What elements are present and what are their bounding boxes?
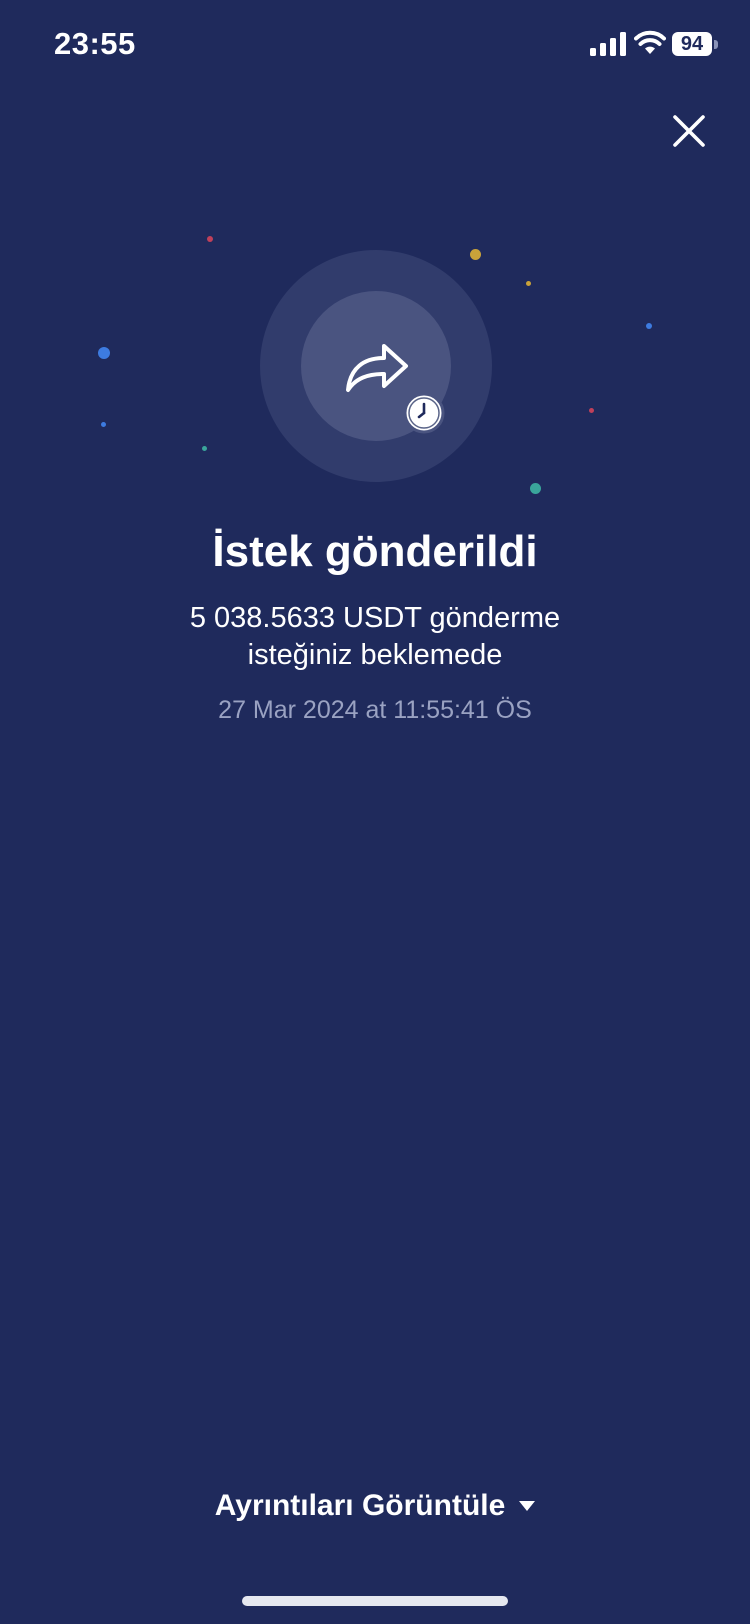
view-details-label: Ayrıntıları Görüntüle [214,1489,506,1522]
close-icon [673,115,705,147]
status-message-line: isteğiniz beklemede [247,639,503,671]
status-message: 5 038.5633 USDT gönderme isteğiniz bekle… [125,600,625,674]
battery-icon: 94 [672,32,712,56]
clock-icon [403,392,445,434]
confetti-dot [470,249,481,260]
confetti-dot [526,281,531,286]
confetti-dot [202,446,207,451]
view-details-button[interactable]: Ayrıntıları Görüntüle [0,1489,750,1523]
confetti-dot [646,323,652,329]
confetti-dot [98,347,110,359]
status-time: 23:55 [54,26,136,61]
confetti-dot [530,483,541,494]
confetti-dot [101,422,106,427]
signal-icon [590,32,626,56]
confetti-dot [207,236,213,242]
home-indicator[interactable] [242,1596,508,1606]
share-forward-icon [346,344,408,392]
caret-down-icon [519,1501,536,1511]
battery-tip [714,40,718,49]
wifi-icon [634,30,666,54]
status-message-line: 5 038.5633 USDT gönderme [189,602,561,634]
confetti-dot [589,408,594,413]
page-title: İstek gönderildi [212,527,538,576]
timestamp: 27 Mar 2024 at 11:55:41 ÖS [218,696,532,724]
close-button[interactable] [668,110,710,152]
status-bar: 23:55 94 [0,0,750,90]
